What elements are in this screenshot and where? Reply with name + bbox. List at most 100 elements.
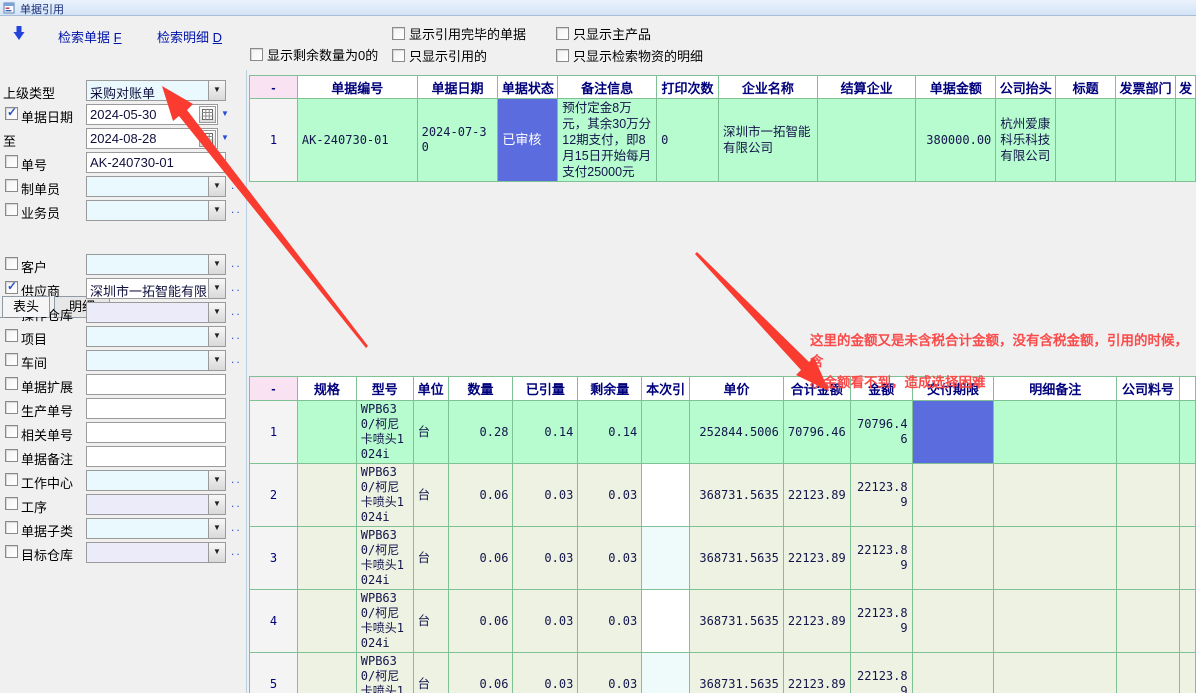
- filter-production-no-input[interactable]: [86, 398, 226, 419]
- chevron-down-icon[interactable]: ▼: [208, 177, 225, 196]
- ellipsis-button[interactable]: ..: [231, 352, 242, 366]
- grid-cell[interactable]: 0.03: [513, 590, 578, 653]
- column-header-发票部门[interactable]: 发票部门: [1116, 76, 1176, 99]
- grid-cell[interactable]: [297, 653, 356, 693]
- grid-cell[interactable]: [1175, 99, 1195, 182]
- date-dropdown-arrow-icon[interactable]: ▼: [221, 109, 229, 118]
- column-header-单据日期[interactable]: 单据日期: [417, 76, 498, 99]
- grid-cell[interactable]: [1179, 464, 1195, 527]
- grid-cell[interactable]: 22123.89: [783, 527, 850, 590]
- grid-cell[interactable]: [1116, 99, 1176, 182]
- filter-process-dropdown[interactable]: ▼: [86, 494, 226, 515]
- grid-cell[interactable]: 台: [413, 401, 448, 464]
- ellipsis-button[interactable]: ..: [231, 472, 242, 486]
- filter-salesman-checkbox[interactable]: [5, 203, 18, 216]
- ellipsis-button[interactable]: ..: [231, 202, 242, 216]
- grid-cell[interactable]: [1179, 653, 1195, 693]
- grid-cell[interactable]: [1179, 590, 1195, 653]
- checkbox-icon[interactable]: [556, 27, 569, 40]
- checkbox-icon[interactable]: [556, 49, 569, 62]
- filter-doc-date-from-checkbox[interactable]: [5, 107, 18, 120]
- grid-cell[interactable]: [1056, 99, 1116, 182]
- chevron-down-icon[interactable]: ▼: [208, 303, 225, 322]
- filter-doc-no-input[interactable]: AK-240730-01: [86, 152, 226, 173]
- filter-doc-subtype-checkbox[interactable]: [5, 521, 18, 534]
- column-header-企业名称[interactable]: 企业名称: [718, 76, 817, 99]
- grid-cell[interactable]: 22123.89: [850, 464, 912, 527]
- column-header-打印次数[interactable]: 打印次数: [657, 76, 719, 99]
- grid-cell[interactable]: 252844.5006: [690, 401, 784, 464]
- grid-cell[interactable]: WPB630/柯尼卡喷头1024i: [356, 527, 413, 590]
- filter-doc-date-from-date[interactable]: 2024-05-30: [86, 104, 218, 125]
- grid-cell[interactable]: [994, 464, 1117, 527]
- chevron-down-icon[interactable]: ▼: [208, 471, 225, 490]
- grid-cell[interactable]: 368731.5635: [690, 653, 784, 693]
- column-header--[interactable]: -: [250, 76, 298, 99]
- grid-cell[interactable]: [912, 527, 994, 590]
- grid-cell[interactable]: 预付定金8万元，其余30万分12期支付，即8月15日开始每月支付25000元: [558, 99, 657, 182]
- grid-cell[interactable]: 台: [413, 464, 448, 527]
- filter-process-checkbox[interactable]: [5, 497, 18, 510]
- grid-cell[interactable]: 0.06: [448, 590, 513, 653]
- row-number-cell[interactable]: 3: [250, 527, 298, 590]
- filter-related-no-checkbox[interactable]: [5, 425, 18, 438]
- grid-cell[interactable]: [994, 653, 1117, 693]
- grid-cell[interactable]: 22123.89: [783, 464, 850, 527]
- filter-doc-remark-input[interactable]: [86, 446, 226, 467]
- chevron-down-icon[interactable]: ▼: [208, 81, 225, 100]
- column-header-标题[interactable]: 标题: [1056, 76, 1116, 99]
- grid-cell[interactable]: 0.03: [578, 653, 642, 693]
- row-number-cell[interactable]: 4: [250, 590, 298, 653]
- ellipsis-button[interactable]: ..: [231, 304, 242, 318]
- grid-cell[interactable]: [297, 401, 356, 464]
- grid-cell[interactable]: [642, 527, 690, 590]
- grid-cell[interactable]: 0.03: [578, 590, 642, 653]
- filter-parent-type-dropdown[interactable]: 采购对账单▼: [86, 80, 226, 101]
- ellipsis-button[interactable]: ..: [231, 280, 242, 294]
- grid-cell[interactable]: 22123.89: [783, 590, 850, 653]
- column-header-公司抬头[interactable]: 公司抬头: [996, 76, 1056, 99]
- filter-target-warehouse-dropdown[interactable]: ▼: [86, 542, 226, 563]
- grid-cell[interactable]: 368731.5635: [690, 590, 784, 653]
- chevron-down-icon[interactable]: ▼: [208, 201, 225, 220]
- filter-production-no-checkbox[interactable]: [5, 401, 18, 414]
- grid-cell[interactable]: 70796.46: [783, 401, 850, 464]
- grid-cell[interactable]: [1179, 527, 1195, 590]
- grid-cell[interactable]: WPB630/柯尼卡喷头1024i: [356, 590, 413, 653]
- grid-cell[interactable]: [994, 527, 1117, 590]
- grid-cell[interactable]: [1117, 653, 1180, 693]
- grid-cell[interactable]: 0.03: [578, 527, 642, 590]
- checkbox-icon[interactable]: [250, 48, 263, 61]
- grid-cell[interactable]: 22123.89: [783, 653, 850, 693]
- filter-maker-dropdown[interactable]: ▼: [86, 176, 226, 197]
- search-detail-link[interactable]: 检索明细 D: [157, 27, 222, 46]
- grid-cell[interactable]: 杭州爱康科乐科技有限公司: [996, 99, 1056, 182]
- column-header-发[interactable]: 发: [1175, 76, 1195, 99]
- filter-doc-subtype-dropdown[interactable]: ▼: [86, 518, 226, 539]
- grid-cell[interactable]: 368731.5635: [690, 464, 784, 527]
- column-header-单据编号[interactable]: 单据编号: [297, 76, 417, 99]
- filter-supplier-checkbox[interactable]: [5, 281, 18, 294]
- grid-cell[interactable]: 已审核: [498, 99, 558, 182]
- filter-maker-checkbox[interactable]: [5, 179, 18, 192]
- filter-supplier-dropdown[interactable]: 深圳市一拓智能有限公司▼: [86, 278, 226, 299]
- grid-cell[interactable]: 2024-07-30: [417, 99, 498, 182]
- column-header-单据状态[interactable]: 单据状态: [498, 76, 558, 99]
- grid-cell[interactable]: 22123.89: [850, 590, 912, 653]
- grid-cell[interactable]: [994, 401, 1117, 464]
- filter-workshop-checkbox[interactable]: [5, 353, 18, 366]
- filter-work-center-dropdown[interactable]: ▼: [86, 470, 226, 491]
- row-number-cell[interactable]: 1: [250, 401, 298, 464]
- chevron-down-icon[interactable]: ▼: [208, 327, 225, 346]
- grid-cell[interactable]: [642, 401, 690, 464]
- grid-cell[interactable]: WPB630/柯尼卡喷头1024i: [356, 464, 413, 527]
- column-header-单据金额[interactable]: 单据金额: [916, 76, 996, 99]
- filter-doc-extend-input[interactable]: [86, 374, 226, 395]
- ellipsis-button[interactable]: ..: [231, 520, 242, 534]
- grid-cell[interactable]: [1117, 401, 1180, 464]
- filter-customer-checkbox[interactable]: [5, 257, 18, 270]
- column-header--[interactable]: -: [250, 377, 298, 401]
- row-number-cell[interactable]: 2: [250, 464, 298, 527]
- grid-cell[interactable]: 台: [413, 653, 448, 693]
- grid-cell[interactable]: 368731.5635: [690, 527, 784, 590]
